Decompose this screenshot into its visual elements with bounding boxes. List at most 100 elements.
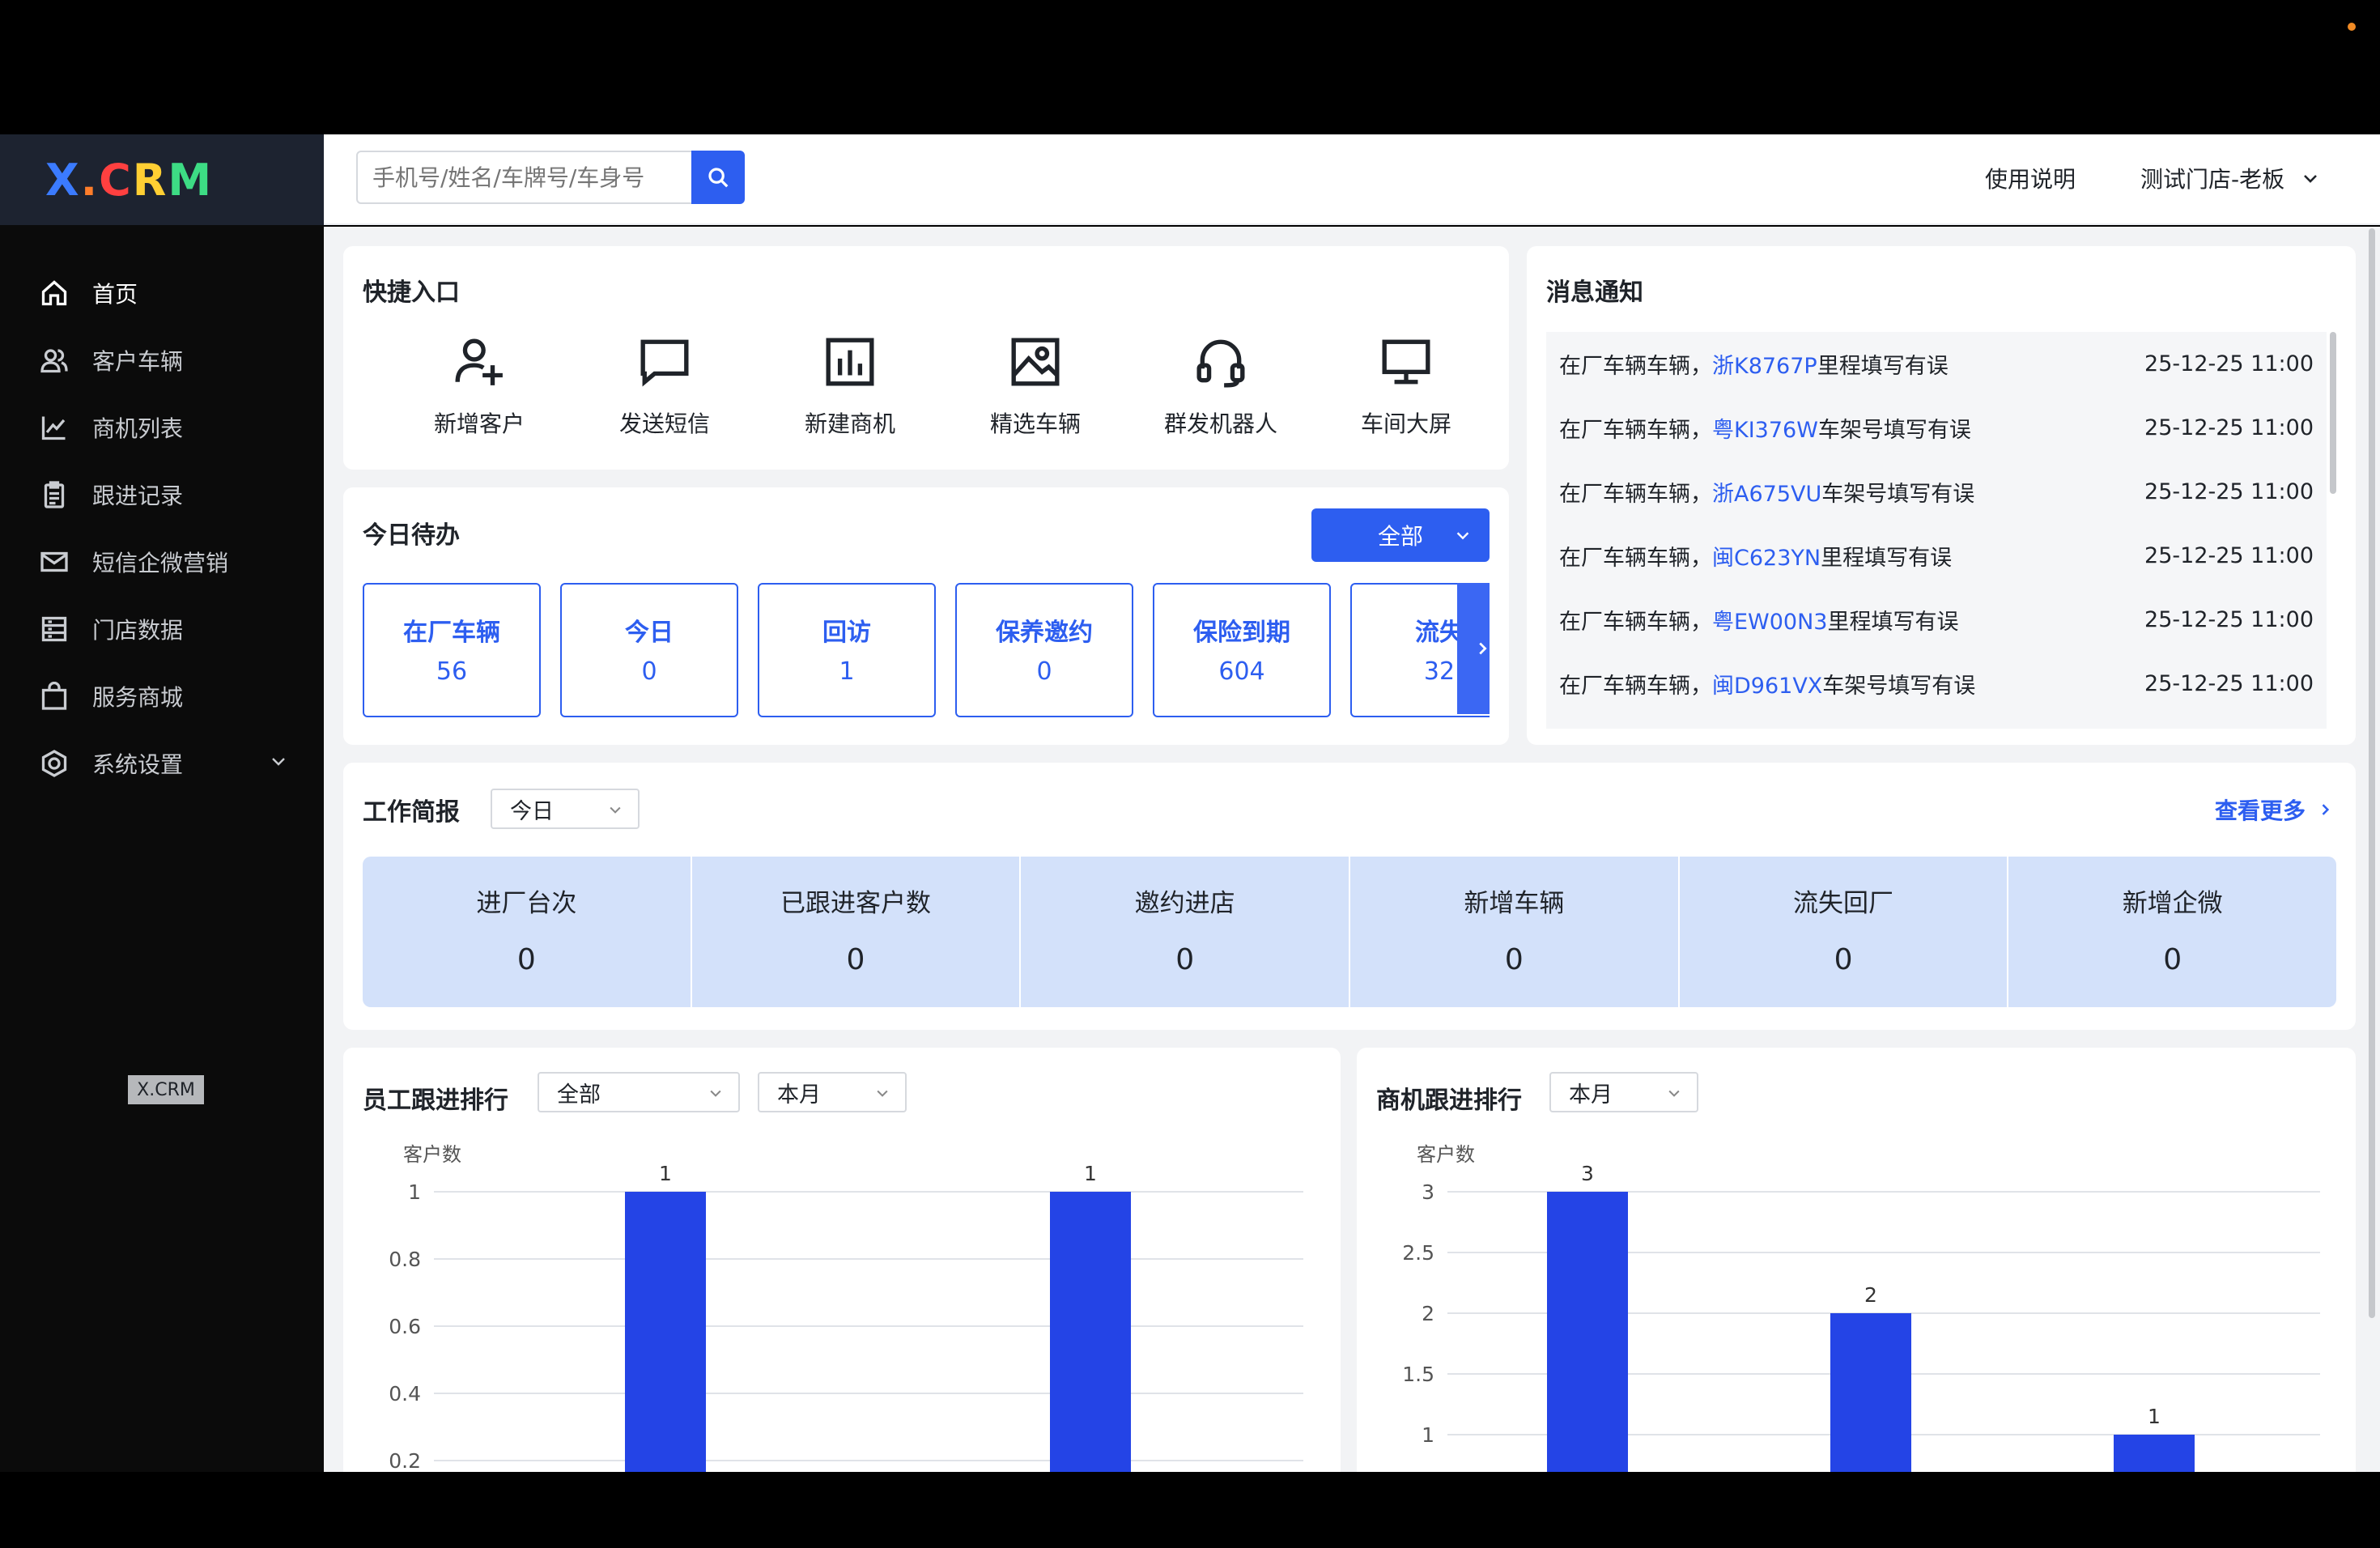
search-icon xyxy=(708,168,729,188)
notification-item[interactable]: 在厂车辆车辆， 浙K8767P 里程填写有误 25-12-25 11:00 xyxy=(1546,332,2327,396)
bar xyxy=(1050,1192,1131,1472)
view-more-link[interactable]: 查看更多 xyxy=(2215,793,2333,826)
quick-entry-title: 快捷入口 xyxy=(363,279,460,307)
stat-new-vehicles[interactable]: 新增车辆 0 xyxy=(1350,857,1680,1007)
bar xyxy=(1830,1313,1911,1472)
scrollbar-thumb[interactable] xyxy=(2369,228,2375,1318)
sidebar-item-followups[interactable]: 跟进记录 xyxy=(0,461,324,528)
notification-item[interactable]: 在厂车辆车辆， 粤EW00N3 里程填写有误 25-12-25 11:00 xyxy=(1546,588,2327,652)
sidebar-item-marketing[interactable]: 短信企微营销 xyxy=(0,528,324,595)
sidebar-item-mall[interactable]: 服务商城 xyxy=(0,662,324,729)
quick-add-customer[interactable]: 新增客户 xyxy=(414,335,544,439)
todo-revisit[interactable]: 回访 1 xyxy=(758,583,936,717)
quick-item-label: 新增客户 xyxy=(433,410,525,437)
quick-item-label: 精选车辆 xyxy=(989,410,1081,437)
search-input[interactable] xyxy=(356,151,693,204)
search-button[interactable] xyxy=(691,151,745,204)
todo-insurance-expiry[interactable]: 保险到期 604 xyxy=(1153,583,1331,717)
sidebar-item-home[interactable]: 首页 xyxy=(0,259,324,326)
camera-indicator xyxy=(2348,23,2356,31)
sidebar-item-label: 短信企微营销 xyxy=(92,549,229,576)
chevron-right-icon xyxy=(1479,642,1487,655)
help-link[interactable]: 使用说明 xyxy=(1985,162,2076,194)
notification-item[interactable]: 在厂车辆车辆， 闽C623YN 里程填写有误 25-12-25 11:00 xyxy=(1546,524,2327,588)
sidebar-item-label: 客户车辆 xyxy=(92,347,184,375)
quick-item-label: 发送短信 xyxy=(618,410,710,437)
notifications-card: 消息通知 在厂车辆车辆， 浙K8767P 里程填写有误 25-12-25 11:00… xyxy=(1527,246,2356,745)
page-scrollbar[interactable] xyxy=(2364,227,2380,1472)
quick-item-label: 新建商机 xyxy=(804,410,895,437)
stat-lost-returned[interactable]: 流失回厂 0 xyxy=(1680,857,2009,1007)
plate-link[interactable]: 闽C623YN xyxy=(1712,540,1821,572)
plate-link[interactable]: 粤EW00N3 xyxy=(1712,604,1828,636)
quick-new-opportunity[interactable]: 新建商机 xyxy=(785,335,915,439)
employee-ranking-card: 员工跟进排行 全部 本月 客户数 0.2 0.4 0.6 0.8 1 1 1 xyxy=(343,1048,1341,1472)
sidebar-item-opportunities[interactable]: 商机列表 xyxy=(0,393,324,461)
data-icon xyxy=(39,614,70,644)
todo-items: 在厂车辆 56 今日 0 回访 1 保养邀约 0 保险到期 604 流失 32 xyxy=(363,583,1490,717)
brand-chip: X.CRM xyxy=(128,1075,204,1104)
notification-item[interactable]: 在厂车辆车辆， 浙A675VU 车架号填写有误 25-12-25 11:00 xyxy=(1546,460,2327,524)
todo-next-button[interactable] xyxy=(1457,583,1490,714)
trend-icon xyxy=(39,412,70,443)
notification-time: 25-12-25 11:00 xyxy=(2144,543,2314,568)
app-logo[interactable]: X.CRM xyxy=(45,155,213,206)
users-icon xyxy=(39,345,70,376)
chevron-down-icon xyxy=(1456,532,1469,540)
stat-invited-visits[interactable]: 邀约进店 0 xyxy=(1021,857,1351,1007)
store-selector[interactable]: 测试门店-老板 xyxy=(2140,162,2320,194)
sidebar-item-label: 跟进记录 xyxy=(92,482,184,509)
quick-featured-vehicles[interactable]: 精选车辆 xyxy=(971,335,1100,439)
chevron-right-icon xyxy=(2322,804,2330,815)
notifications-title: 消息通知 xyxy=(1546,279,1643,307)
notification-item[interactable]: 在厂车辆车辆， 粤KI376W 车架号填写有误 25-12-25 11:00 xyxy=(1546,396,2327,460)
bar-chart-icon xyxy=(826,338,874,386)
bar-value-label: 1 xyxy=(2148,1405,2161,1428)
notification-item[interactable]: 在厂车辆车辆， 闽D961VX 车架号填写有误 25-12-25 11:00 xyxy=(1546,652,2327,716)
scrollbar-thumb[interactable] xyxy=(2330,332,2336,494)
quick-send-sms[interactable]: 发送短信 xyxy=(600,335,729,439)
notifications-scrollbar[interactable] xyxy=(2330,332,2338,729)
sidebar: X.CRM 首页 客户车辆 商机列表 跟进记录 短信企微营销 门店数据 服务商城… xyxy=(0,134,324,1472)
y-tick-label: 2 xyxy=(1422,1302,1434,1325)
y-tick-label: 1 xyxy=(408,1180,421,1204)
sidebar-item-customers[interactable]: 客户车辆 xyxy=(0,326,324,393)
sidebar-item-store-data[interactable]: 门店数据 xyxy=(0,595,324,662)
logo-area: X.CRM xyxy=(0,134,324,225)
y-tick-label: 0.2 xyxy=(389,1449,421,1472)
plate-link[interactable]: 闽D961VX xyxy=(1712,668,1822,700)
quick-item-label: 群发机器人 xyxy=(1163,410,1277,437)
y-tick-label: 2.5 xyxy=(1402,1241,1434,1265)
quick-item-label: 车间大屏 xyxy=(1360,410,1451,437)
plate-link[interactable]: 粤KI376W xyxy=(1712,412,1818,444)
sidebar-item-label: 门店数据 xyxy=(92,616,184,644)
stat-followed-customers[interactable]: 已跟进客户数 0 xyxy=(692,857,1022,1007)
todo-in-factory[interactable]: 在厂车辆 56 xyxy=(363,583,541,717)
top-header: 使用说明 测试门店-老板 xyxy=(324,134,2380,225)
top-bezel xyxy=(0,0,2380,134)
bottom-bezel xyxy=(0,1472,2380,1548)
notification-time: 25-12-25 11:00 xyxy=(2144,479,2314,504)
today-todo-card: 今日待办 全部 在厂车辆 56 今日 0 回访 1 保养邀约 0 保险到期 604 流失 3… xyxy=(343,487,1509,745)
notification-time: 25-12-25 11:00 xyxy=(2144,671,2314,696)
stat-new-wecom[interactable]: 新增企微 0 xyxy=(2008,857,2336,1007)
brief-period-select[interactable]: 今日 xyxy=(491,789,640,829)
quick-workshop-screen[interactable]: 车间大屏 xyxy=(1341,335,1471,439)
sidebar-item-label: 商机列表 xyxy=(92,415,184,442)
image-icon xyxy=(1011,338,1060,386)
sidebar-item-settings[interactable]: 系统设置 xyxy=(0,729,324,797)
bar-value-label: 3 xyxy=(1581,1162,1594,1185)
stat-factory-visits[interactable]: 进厂台次 0 xyxy=(363,857,692,1007)
plate-link[interactable]: 浙K8767P xyxy=(1712,348,1817,380)
bar-value-label: 1 xyxy=(659,1162,672,1185)
todo-filter-select[interactable]: 全部 xyxy=(1311,508,1490,562)
todo-maintenance-invite[interactable]: 保养邀约 0 xyxy=(955,583,1133,717)
sidebar-item-label: 首页 xyxy=(92,280,138,308)
chevron-down-icon xyxy=(269,750,288,776)
todo-today[interactable]: 今日 0 xyxy=(560,583,738,717)
settings-icon xyxy=(39,748,70,779)
plate-link[interactable]: 浙A675VU xyxy=(1712,476,1821,508)
quick-broadcast-robot[interactable]: 群发机器人 xyxy=(1156,335,1286,439)
notifications-list: 在厂车辆车辆， 浙K8767P 里程填写有误 25-12-25 11:00 在厂车辆… xyxy=(1546,332,2327,729)
quick-entry-card: 快捷入口 新增客户 发送短信 新建商机 精选车辆 群发机器人 车间大屏 xyxy=(343,246,1509,470)
